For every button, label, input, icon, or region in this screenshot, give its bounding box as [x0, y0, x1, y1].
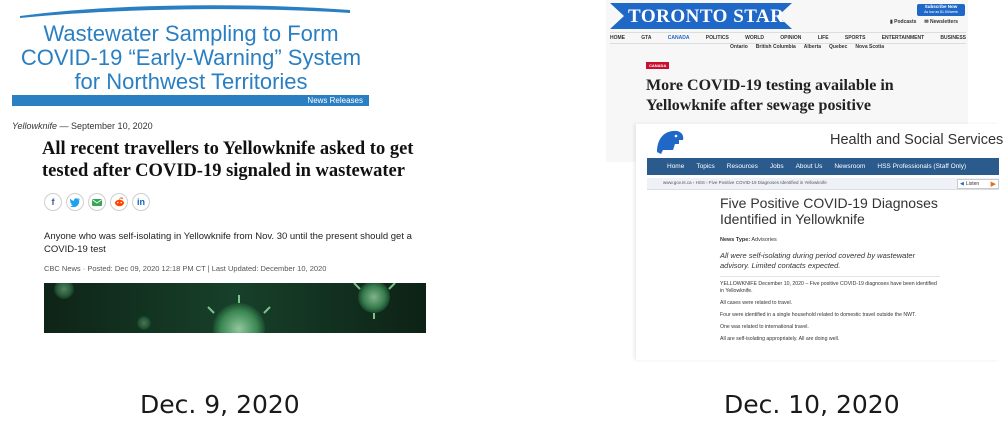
dateline-date: — September 10, 2020	[57, 121, 153, 131]
news-type-label: News Type:	[720, 237, 751, 243]
news-releases-bar: News Releases	[12, 95, 369, 106]
news-release-title: Wastewater Sampling to Form COVID-19 “Ea…	[20, 21, 362, 94]
speaker-icon: ◀	[960, 181, 964, 187]
nav-item-gta[interactable]: GTA	[641, 35, 651, 41]
header-swoosh	[20, 5, 350, 18]
hss-lede: All were self-isolating during period co…	[720, 251, 916, 270]
news-type: News Type: Advisories	[720, 237, 777, 243]
subnav-item-nova-scotia[interactable]: Nova Scotia	[855, 44, 884, 50]
body-paragraph: All are self-isolating appropriately. Al…	[720, 336, 840, 342]
hss-nav-professionals[interactable]: HSS Professionals (Staff Only)	[877, 163, 966, 170]
section-tag[interactable]: CANADA	[646, 62, 670, 69]
nav-item-politics[interactable]: POLITICS	[706, 35, 729, 41]
facebook-icon[interactable]: f	[44, 193, 62, 211]
cbc-byline: CBC News · Posted: Dec 09, 2020 12:18 PM…	[44, 264, 327, 273]
email-icon[interactable]	[88, 193, 106, 211]
share-buttons: f in	[44, 193, 150, 211]
subscribe-sub-label: As low as $1.50/week	[924, 10, 958, 14]
body-paragraph: YELLOWKNIFE December 10, 2020 – Five pos…	[720, 281, 937, 294]
mail-icon: ✉	[924, 19, 929, 25]
nav-item-sports[interactable]: SPORTS	[845, 35, 866, 41]
body-paragraph: One was related to international travel.	[720, 324, 809, 330]
play-icon: ▶	[990, 180, 996, 188]
newsletters-link[interactable]: ✉ Newsletters	[924, 19, 958, 25]
news-release-dateline: Yellowknife — September 10, 2020	[12, 121, 153, 131]
nav-item-world[interactable]: WORLD	[745, 35, 764, 41]
subnav-item-british-columbia[interactable]: British Columbia	[756, 44, 796, 50]
hss-nav: Home Topics Resources Jobs About Us News…	[647, 158, 999, 175]
hss-nav-about-us[interactable]: About Us	[796, 163, 823, 170]
news-type-value: Advisories	[751, 237, 777, 243]
reddit-icon[interactable]	[110, 193, 128, 211]
listen-label: Listen	[965, 181, 980, 187]
subscribe-button[interactable]: Subscribe Now As low as $1.50/week	[917, 4, 965, 16]
podcasts-label: Podcasts	[894, 19, 917, 25]
polar-bear-logo[interactable]	[655, 128, 685, 154]
linkedin-icon[interactable]: in	[132, 193, 150, 211]
listen-button[interactable]: ◀ Listen ▶	[957, 179, 999, 189]
subnav-item-alberta[interactable]: Alberta	[804, 44, 821, 50]
caption-right: Dec. 10, 2020	[724, 390, 900, 419]
newsletters-label: Newsletters	[929, 19, 959, 25]
nav-item-home[interactable]: HOME	[610, 35, 625, 41]
nav-item-business[interactable]: BUSINESS	[940, 35, 966, 41]
hss-nav-resources[interactable]: Resources	[727, 163, 758, 170]
nav-item-life[interactable]: LIFE	[818, 35, 829, 41]
toronto-star-subnav: Ontario British Columbia Alberta Quebec …	[730, 44, 884, 50]
cbc-summary: Anyone who was self-isolating in Yellowk…	[44, 231, 412, 255]
hss-nav-topics[interactable]: Topics	[696, 163, 714, 170]
toronto-star-headline: More COVID-19 testing available in Yello…	[646, 77, 894, 114]
breadcrumb[interactable]: www.gov.nt.ca › HSS › Five Positive COVI…	[663, 180, 827, 185]
divider	[720, 276, 940, 277]
body-paragraph: All cases were related to travel.	[720, 300, 793, 306]
podcasts-link[interactable]: ▮ Podcasts	[890, 19, 916, 25]
utility-links: ▮ Podcasts ✉ Newsletters	[890, 19, 958, 25]
hss-nav-jobs[interactable]: Jobs	[770, 163, 784, 170]
subnav-item-quebec[interactable]: Quebec	[829, 44, 847, 50]
hss-body: YELLOWKNIFE December 10, 2020 – Five pos…	[720, 281, 942, 348]
hss-page-title: Five Positive COVID-19 Diagnoses Identif…	[720, 195, 938, 227]
nav-item-canada[interactable]: CANADA	[668, 35, 690, 41]
cbc-headline: All recent travellers to Yellowknife ask…	[42, 139, 414, 181]
body-paragraph: Four were identified in a single househo…	[720, 312, 917, 318]
dateline-place: Yellowknife	[12, 121, 58, 131]
hss-nav-newsroom[interactable]: Newsroom	[834, 163, 865, 170]
twitter-icon[interactable]	[66, 193, 84, 211]
hss-nav-home[interactable]: Home	[667, 163, 684, 170]
caption-left: Dec. 9, 2020	[140, 390, 300, 419]
toronto-star-nav: HOME GTA CANADA POLITICS WORLD OPINION L…	[610, 32, 966, 44]
hss-header-title: Health and Social Services	[830, 132, 1004, 148]
virus-image	[44, 283, 426, 333]
toronto-star-logo[interactable]: TORONTO STAR	[628, 6, 784, 28]
subnav-item-ontario[interactable]: Ontario	[730, 44, 748, 50]
nav-item-entertainment[interactable]: ENTERTAINMENT	[882, 35, 924, 41]
nav-item-opinion[interactable]: OPINION	[780, 35, 801, 41]
news-releases-label[interactable]: News Releases	[307, 96, 363, 105]
podcasts-icon: ▮	[890, 19, 893, 25]
